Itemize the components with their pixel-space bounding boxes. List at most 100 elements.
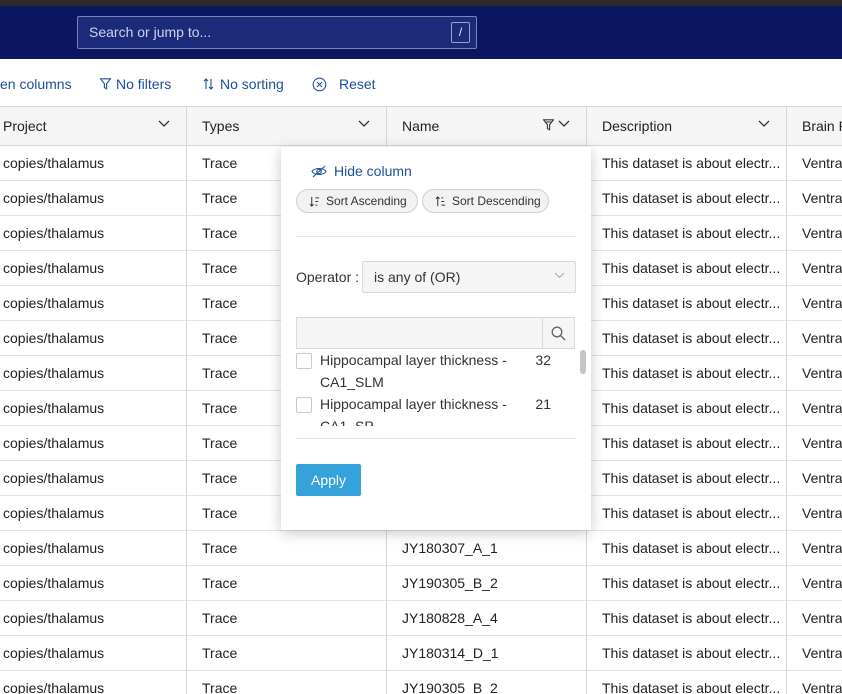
sorting-label: No sorting	[220, 76, 284, 92]
cell-brain-region: Ventra	[802, 575, 842, 591]
cell-description: This dataset is about electr...	[587, 496, 787, 530]
search-icon	[551, 326, 566, 340]
chevron-down-icon	[554, 272, 565, 279]
chevron-down-icon[interactable]	[158, 120, 170, 128]
cell-type: Trace	[187, 636, 387, 670]
cell-brain-region: Ventra	[802, 295, 842, 311]
cell-brain-region: Ventra	[802, 400, 842, 416]
cell-description: This dataset is about electr...	[587, 251, 787, 285]
sort-ascending-button[interactable]: Sort Ascending	[296, 189, 418, 213]
chevron-down-icon[interactable]	[358, 120, 370, 128]
column-header-types[interactable]: Types	[187, 107, 387, 146]
cell-brain-region: Ventra	[802, 435, 842, 451]
option-checkbox[interactable]	[296, 397, 312, 413]
sort-ascending-label: Sort Ascending	[326, 194, 407, 208]
cell-description: This dataset is about electr...	[587, 391, 787, 425]
top-navbar: Search or jump to... /	[0, 6, 842, 59]
hidden-columns-label: en columns	[0, 76, 72, 92]
chevron-down-icon[interactable]	[558, 120, 570, 128]
filter-search-button[interactable]	[542, 318, 574, 348]
option-label: Hippocampal layer thickness - CA1_SP	[320, 396, 507, 426]
cell-brain-region: Ventra	[802, 225, 842, 241]
filter-value-search-input[interactable]	[296, 317, 575, 349]
sort-icon	[203, 78, 214, 90]
column-filter-popover: Hide column Sort Ascending Sort Descendi…	[281, 147, 591, 530]
cell-description: This dataset is about electr...	[587, 356, 787, 390]
operator-select[interactable]: is any of (OR)	[362, 261, 576, 293]
chevron-down-icon[interactable]	[758, 120, 770, 128]
search-shortcut-key: /	[451, 22, 470, 43]
cell-brain-region: Ventra	[802, 190, 842, 206]
popover-divider	[296, 236, 576, 237]
cell-name: JY180828_A_4	[387, 601, 587, 635]
cell-description: This dataset is about electr...	[587, 321, 787, 355]
cell-brain-region: Ventra	[802, 505, 842, 521]
cell-project: copies/thalamus	[0, 286, 187, 320]
cell-description: This dataset is about electr...	[587, 181, 787, 215]
table-row[interactable]: copies/thalamus Trace JY190305_B_2 This dat…	[0, 566, 842, 601]
column-header-project-label: Project	[3, 118, 47, 134]
table-row[interactable]: copies/thalamus Trace JY180314_D_1 This dat…	[0, 636, 842, 671]
reset-label: Reset	[339, 76, 376, 92]
hide-column-button[interactable]: Hide column	[311, 163, 412, 179]
option-checkbox[interactable]	[296, 353, 312, 369]
operator-label: Operator :	[296, 269, 360, 285]
cell-type: Trace	[187, 531, 387, 565]
table-row[interactable]: copies/thalamus Trace JY180307_A_1 This dat…	[0, 531, 842, 566]
sort-ascending-icon	[309, 196, 320, 207]
option-label: Hippocampal layer thickness - CA1_SLM	[320, 352, 507, 390]
search-placeholder: Search or jump to...	[89, 24, 212, 40]
table-row[interactable]: copies/thalamus Trace JY190305_B_2 This dat…	[0, 671, 842, 694]
cell-name: JY190305_B_2	[387, 671, 587, 694]
column-header-types-label: Types	[202, 118, 240, 134]
cell-brain-region: Ventra	[802, 365, 842, 381]
cell-project: copies/thalamus	[0, 356, 187, 390]
cell-description: This dataset is about electr...	[587, 146, 787, 180]
hidden-columns-button[interactable]: en columns	[0, 75, 72, 93]
apply-button[interactable]: Apply	[296, 464, 361, 496]
table-header: Project Types Name Description Brain R	[0, 106, 842, 146]
table-toolbar: en columns No filters No sorting Reset	[0, 59, 842, 106]
filter-icon	[100, 78, 111, 90]
option-count: 32	[535, 352, 551, 368]
column-header-brain-region[interactable]: Brain R	[787, 107, 842, 146]
sorting-button[interactable]: No sorting	[203, 75, 284, 93]
search-input[interactable]: Search or jump to... /	[77, 16, 477, 49]
cell-description: This dataset is about electr...	[587, 671, 787, 694]
cell-description: This dataset is about electr...	[587, 461, 787, 495]
eye-off-icon	[311, 165, 327, 177]
column-header-project[interactable]: Project	[0, 107, 187, 146]
list-item[interactable]: Hippocampal layer thickness - CA1_SLM 32	[296, 349, 564, 393]
sort-descending-label: Sort Descending	[452, 194, 541, 208]
filters-button[interactable]: No filters	[100, 75, 171, 93]
cell-project: copies/thalamus	[0, 531, 187, 565]
reset-button[interactable]: Reset	[312, 75, 376, 93]
column-header-description[interactable]: Description	[587, 107, 787, 146]
cell-description: This dataset is about electr...	[587, 601, 787, 635]
list-scrollbar-thumb[interactable]	[580, 350, 586, 374]
cell-type: Trace	[187, 566, 387, 600]
cell-project: copies/thalamus	[0, 496, 187, 530]
cell-project: copies/thalamus	[0, 671, 187, 694]
cell-project: copies/thalamus	[0, 251, 187, 285]
reset-icon	[312, 77, 327, 91]
cell-name: JY180314_D_1	[387, 636, 587, 670]
cell-name: JY180307_A_1	[387, 531, 587, 565]
cell-brain-region: Ventra	[802, 540, 842, 556]
column-header-name[interactable]: Name	[387, 107, 587, 146]
cell-description: This dataset is about electr...	[587, 216, 787, 250]
cell-project: copies/thalamus	[0, 601, 187, 635]
filter-icon[interactable]	[543, 119, 554, 131]
cell-brain-region: Ventra	[802, 645, 842, 661]
column-header-brain-region-label: Brain R	[802, 118, 842, 134]
table-row[interactable]: copies/thalamus Trace JY180828_A_4 This dat…	[0, 601, 842, 636]
cell-project: copies/thalamus	[0, 181, 187, 215]
hide-column-label: Hide column	[334, 163, 412, 179]
cell-type: Trace	[187, 671, 387, 694]
list-bottom-divider	[296, 438, 576, 439]
cell-brain-region: Ventra	[802, 260, 842, 276]
sort-descending-button[interactable]: Sort Descending	[422, 189, 549, 213]
sort-descending-icon	[435, 195, 446, 206]
list-item[interactable]: Hippocampal layer thickness - CA1_SP 21	[296, 393, 564, 426]
cell-project: copies/thalamus	[0, 566, 187, 600]
